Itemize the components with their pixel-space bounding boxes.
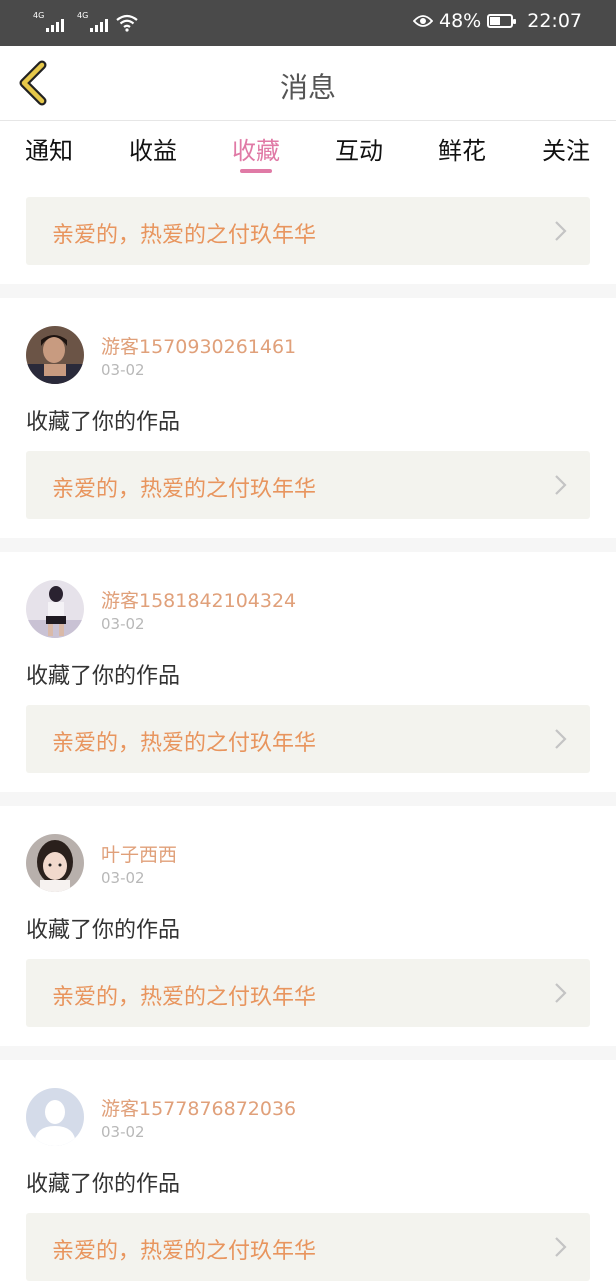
tab-earnings[interactable]: 收益 — [129, 131, 177, 166]
action-text: 收藏了你的作品 — [26, 918, 181, 943]
cell-signal-icon: 4G — [33, 11, 64, 32]
action-text: 收藏了你的作品 — [26, 664, 181, 689]
tab-notify[interactable]: 通知 — [25, 131, 73, 166]
username[interactable]: 游客1581842104324 — [101, 586, 296, 613]
tab-favorites[interactable]: 收藏 — [232, 131, 280, 166]
section-divider — [0, 792, 616, 806]
default-avatar-icon[interactable] — [26, 1088, 84, 1146]
chevron-right-icon — [555, 729, 567, 749]
message-date: 03-02 — [101, 615, 145, 633]
battery-percent: 48% — [439, 10, 482, 32]
username[interactable]: 游客1577876872036 — [101, 1094, 296, 1121]
avatar[interactable] — [26, 326, 84, 384]
chevron-right-icon — [555, 221, 567, 241]
cell-signal-icon-2: 4G — [77, 11, 108, 32]
username[interactable]: 叶子西西 — [101, 840, 177, 867]
tab-interaction[interactable]: 互动 — [335, 131, 383, 166]
tab-follow[interactable]: 关注 — [542, 131, 590, 166]
active-tab-indicator — [240, 169, 272, 173]
avatar[interactable] — [26, 580, 84, 638]
section-divider — [0, 538, 616, 552]
battery-icon — [487, 14, 517, 28]
avatar[interactable] — [26, 834, 84, 892]
chevron-right-icon — [555, 983, 567, 1003]
work-link-card[interactable]: 亲爱的，热爱的之付玖年华 — [26, 451, 590, 519]
section-divider — [0, 284, 616, 298]
clock: 22:07 — [527, 10, 582, 32]
work-link-card[interactable]: 亲爱的，热爱的之付玖年华 — [26, 959, 590, 1027]
tab-bar: 通知 收益 收藏 互动 鲜花 关注 — [0, 121, 616, 177]
status-bar: 4G 4G 48% 22:07 — [0, 0, 616, 46]
status-right: 48% 22:07 — [413, 10, 582, 32]
message-date: 03-02 — [101, 869, 145, 887]
message-date: 03-02 — [101, 1123, 145, 1141]
wifi-icon — [116, 14, 138, 32]
work-link-card[interactable]: 亲爱的，热爱的之付玖年华 — [26, 705, 590, 773]
section-divider — [0, 1046, 616, 1060]
chevron-right-icon — [555, 1237, 567, 1257]
eye-comfort-icon — [413, 15, 433, 27]
tab-flowers[interactable]: 鲜花 — [438, 131, 486, 166]
message-date: 03-02 — [101, 361, 145, 379]
action-text: 收藏了你的作品 — [26, 410, 181, 435]
nav-header: 消息 — [0, 46, 616, 121]
chevron-right-icon — [555, 475, 567, 495]
work-link-card[interactable]: 亲爱的，热爱的之付玖年华 — [26, 197, 590, 265]
action-text: 收藏了你的作品 — [26, 1172, 181, 1197]
work-link-card[interactable]: 亲爱的，热爱的之付玖年华 — [26, 1213, 590, 1281]
page-title: 消息 — [279, 71, 336, 104]
signal-group: 4G 4G — [33, 10, 138, 32]
username[interactable]: 游客1570930261461 — [101, 332, 296, 359]
